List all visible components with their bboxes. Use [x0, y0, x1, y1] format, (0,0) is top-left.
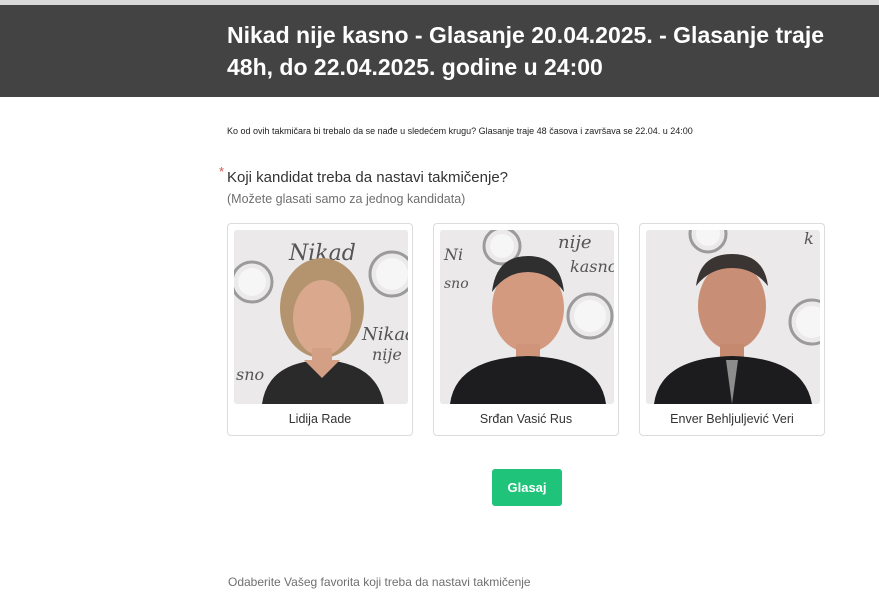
svg-text:nije: nije	[372, 345, 402, 364]
vote-button[interactable]: Glasaj	[492, 469, 562, 506]
page-title: Nikad nije kasno - Glasanje 20.04.2025. …	[227, 22, 825, 80]
question-label: Koji kandidat treba da nastavi takmičenj…	[227, 169, 509, 186]
candidate-card-lidija-rade[interactable]: Nikad Nikad nije sno Lidija Rade	[227, 223, 413, 436]
candidate-card-srdan-vasic-rus[interactable]: Ni nije kasno sno Srđan Vasić Rus	[433, 223, 619, 436]
svg-text:nije: nije	[558, 232, 592, 253]
candidate-photo: k	[646, 230, 820, 404]
svg-text:sno: sno	[444, 276, 469, 292]
svg-text:sno: sno	[236, 365, 264, 384]
required-marker: *	[219, 164, 225, 179]
svg-text:k: k	[804, 230, 814, 248]
question-hint: (Možete glasati samo za jednog kandidata…	[227, 192, 466, 206]
candidate-photo: Nikad Nikad nije sno	[234, 230, 408, 404]
svg-text:kasno: kasno	[570, 257, 614, 276]
candidate-card-enver-behljuljevic-veri[interactable]: k Enver Behljuljević Veri	[639, 223, 825, 436]
footer-text: Odaberite Vašeg favorita koji treba da n…	[228, 575, 531, 589]
candidate-name: Srđan Vasić Rus	[479, 412, 573, 426]
svg-text:Nikad: Nikad	[361, 324, 408, 345]
poll-description: Ko od ovih takmičara bi trebalo da se na…	[227, 126, 693, 136]
candidate-name: Enver Behljuljević Veri	[670, 412, 794, 426]
candidate-photo: Ni nije kasno sno	[440, 230, 614, 404]
svg-text:Ni: Ni	[443, 245, 463, 264]
page-header: Nikad nije kasno - Glasanje 20.04.2025. …	[0, 5, 879, 97]
candidate-name: Lidija Rade	[288, 412, 352, 426]
